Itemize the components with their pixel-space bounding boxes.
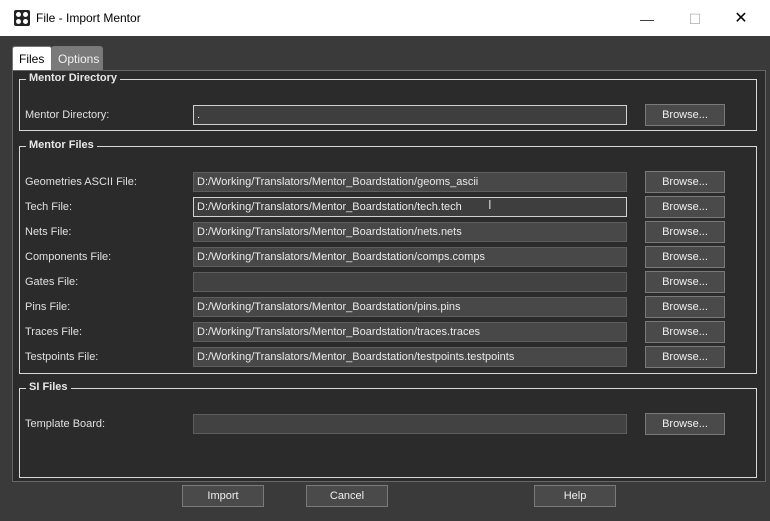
- nets-file-label: Nets File:: [25, 226, 72, 238]
- browse-button[interactable]: Browse...: [645, 221, 725, 243]
- template-board-label: Template Board:: [25, 418, 106, 430]
- browse-button[interactable]: Browse...: [645, 104, 725, 126]
- pins-file-label: Pins File:: [25, 301, 71, 313]
- minimize-icon[interactable]: —: [624, 6, 670, 32]
- title-bar: File - Import Mentor — ☐ ✕: [0, 0, 770, 36]
- cancel-button[interactable]: Cancel: [306, 485, 388, 507]
- group-title: Mentor Files: [26, 139, 97, 151]
- testpoints-file-input[interactable]: D:/Working/Translators/Mentor_Boardstati…: [193, 347, 627, 367]
- traces-file-input[interactable]: D:/Working/Translators/Mentor_Boardstati…: [193, 322, 627, 342]
- gates-file-label: Gates File:: [25, 276, 79, 288]
- browse-button[interactable]: Browse...: [645, 321, 725, 343]
- help-button[interactable]: Help: [534, 485, 616, 507]
- group-title: Mentor Directory: [26, 72, 121, 84]
- browse-button[interactable]: Browse...: [645, 296, 725, 318]
- tech-file-input[interactable]: D:/Working/Translators/Mentor_Boardstati…: [193, 197, 627, 217]
- mentor-directory-label: Mentor Directory:: [25, 109, 110, 121]
- mentor-directory-group: Mentor Directory Mentor Directory: . Bro…: [19, 72, 757, 131]
- browse-button[interactable]: Browse...: [645, 196, 725, 218]
- browse-button[interactable]: Browse...: [645, 413, 725, 435]
- tab-files[interactable]: Files: [12, 46, 52, 72]
- files-tab-panel: Mentor Directory Mentor Directory: . Bro…: [12, 70, 766, 482]
- browse-button[interactable]: Browse...: [645, 171, 725, 193]
- app-icon: [14, 10, 30, 26]
- nets-file-input[interactable]: D:/Working/Translators/Mentor_Boardstati…: [193, 222, 627, 242]
- browse-button[interactable]: Browse...: [645, 246, 725, 268]
- pins-file-input[interactable]: D:/Working/Translators/Mentor_Boardstati…: [193, 297, 627, 317]
- maximize-icon[interactable]: ☐: [672, 6, 718, 32]
- geometries-label: Geometries ASCII File:: [25, 176, 137, 188]
- traces-file-label: Traces File:: [25, 326, 83, 338]
- components-file-input[interactable]: D:/Working/Translators/Mentor_Boardstati…: [193, 247, 627, 267]
- template-board-input[interactable]: [193, 414, 627, 434]
- window-title: File - Import Mentor: [36, 11, 141, 25]
- testpoints-file-label: Testpoints File:: [25, 351, 99, 363]
- group-title: SI Files: [26, 381, 71, 393]
- mentor-directory-value: .: [197, 109, 201, 121]
- mentor-files-group: Mentor Files Geometries ASCII File: D:/W…: [19, 139, 757, 374]
- tab-options[interactable]: Options: [51, 46, 103, 71]
- browse-button[interactable]: Browse...: [645, 346, 725, 368]
- close-icon[interactable]: ✕: [718, 6, 764, 32]
- browse-button[interactable]: Browse...: [645, 271, 725, 293]
- geometries-input[interactable]: D:/Working/Translators/Mentor_Boardstati…: [193, 172, 627, 192]
- si-files-group: SI Files Template Board: Browse...: [19, 381, 757, 478]
- components-file-label: Components File:: [25, 251, 112, 263]
- import-button[interactable]: Import: [182, 485, 264, 507]
- mentor-directory-input[interactable]: .: [193, 105, 627, 125]
- text-cursor-icon: I: [488, 197, 492, 212]
- gates-file-input[interactable]: [193, 272, 627, 292]
- tech-file-label: Tech File:: [25, 201, 73, 213]
- import-mentor-dialog: File - Import Mentor — ☐ ✕ Files Options…: [0, 0, 770, 521]
